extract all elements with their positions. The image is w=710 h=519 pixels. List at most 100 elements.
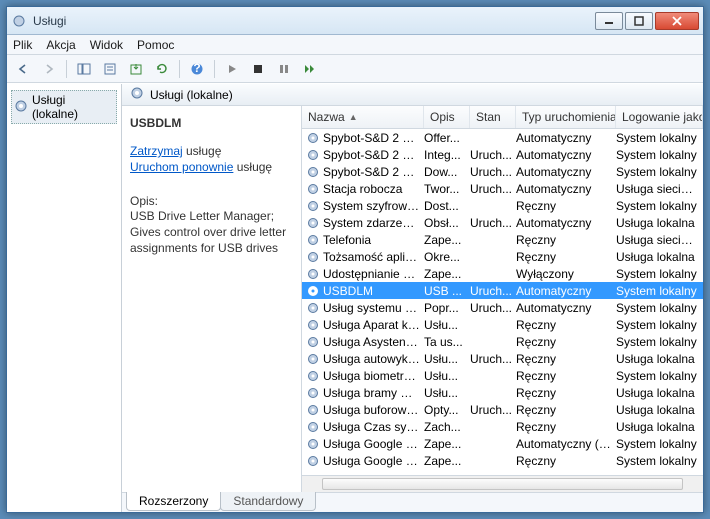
grid-body[interactable]: Spybot-S&D 2 Sca...Offer...AutomatycznyS…: [302, 129, 703, 475]
pause-service-button[interactable]: [272, 58, 296, 80]
cell-name: Usługa Asystent z...: [323, 335, 424, 349]
cell-logo: System lokalny: [616, 437, 703, 451]
gear-icon: [306, 182, 320, 196]
back-button[interactable]: [11, 58, 35, 80]
gear-icon: [306, 403, 320, 417]
titlebar[interactable]: Usługi: [7, 7, 703, 35]
cell-logo: Usługa lokalna: [616, 420, 703, 434]
stop-suffix: usługę: [183, 144, 222, 158]
cell-logo: Usługa lokalna: [616, 216, 703, 230]
app-icon: [11, 13, 27, 29]
stop-service-link[interactable]: Zatrzymaj: [130, 144, 183, 158]
body-area: Usługi (lokalne) Usługi (lokalne) USBDLM…: [7, 83, 703, 512]
service-row[interactable]: Usługa biometryc...Usłu...RęcznySystem l…: [302, 367, 703, 384]
service-row[interactable]: Usługa autowykry...Usłu...Uruch...Ręczny…: [302, 350, 703, 367]
cell-opis: Obsł...: [424, 216, 470, 230]
gear-icon: [306, 386, 320, 400]
help-button[interactable]: ?: [185, 58, 209, 80]
service-row[interactable]: Tożsamość aplikacjiOkre...RęcznyUsługa l…: [302, 248, 703, 265]
cell-typ: Ręczny: [516, 420, 616, 434]
cell-stan: Uruch...: [470, 216, 516, 230]
tab-standard[interactable]: Standardowy: [220, 492, 316, 511]
cell-typ: Ręczny: [516, 403, 616, 417]
tree-root-label: Usługi (lokalne): [32, 93, 114, 121]
cell-logo: Usługa sieciowa: [616, 233, 703, 247]
cell-logo: Usługa lokalna: [616, 403, 703, 417]
cell-opis: Usłu...: [424, 352, 470, 366]
cell-logo: System lokalny: [616, 301, 703, 315]
service-row[interactable]: Usługa bramy war...Usłu...RęcznyUsługa l…: [302, 384, 703, 401]
col-header-stan[interactable]: Stan: [470, 106, 516, 128]
tab-extended[interactable]: Rozszerzony: [126, 492, 221, 511]
horizontal-scrollbar[interactable]: [302, 475, 703, 492]
service-row[interactable]: TelefoniaZape...RęcznyUsługa sieciowa: [302, 231, 703, 248]
tree-root-item[interactable]: Usługi (lokalne): [11, 90, 117, 124]
cell-logo: System lokalny: [616, 335, 703, 349]
cell-logo: System lokalny: [616, 284, 703, 298]
gear-icon: [306, 437, 320, 451]
start-service-button[interactable]: [220, 58, 244, 80]
gear-icon: [14, 99, 28, 116]
properties-button[interactable]: [98, 58, 122, 80]
cell-opis: Popr...: [424, 301, 470, 315]
grid-header: Nazwa▲ Opis Stan Typ uruchomienia Logowa…: [302, 106, 703, 129]
window-title: Usługi: [33, 14, 595, 28]
detail-pane: USBDLM Zatrzymaj usługę Uruchom ponownie…: [122, 106, 302, 492]
cell-logo: System lokalny: [616, 369, 703, 383]
cell-opis: USB ...: [424, 284, 470, 298]
service-row[interactable]: Usługa Asystent z...Ta us...RęcznySystem…: [302, 333, 703, 350]
cell-typ: Automatyczny: [516, 284, 616, 298]
stop-service-button[interactable]: [246, 58, 270, 80]
description-label: Opis:: [130, 194, 293, 208]
panel-header: Usługi (lokalne): [122, 84, 703, 106]
gear-icon: [306, 165, 320, 179]
cell-typ: Ręczny: [516, 352, 616, 366]
service-row[interactable]: Spybot-S&D 2 Sca...Offer...AutomatycznyS…: [302, 129, 703, 146]
show-hide-tree-button[interactable]: [72, 58, 96, 80]
cell-name: Stacja robocza: [323, 182, 424, 196]
forward-button[interactable]: [37, 58, 61, 80]
restart-service-button[interactable]: [298, 58, 322, 80]
refresh-button[interactable]: [150, 58, 174, 80]
cell-name: Tożsamość aplikacji: [323, 250, 424, 264]
cell-logo: Usługa sieciowa: [616, 182, 703, 196]
cell-stan: Uruch...: [470, 301, 516, 315]
service-row[interactable]: Usługa Google Up...Zape...RęcznySystem l…: [302, 452, 703, 469]
service-row[interactable]: Usługa Google Up...Zape...Automatyczny (…: [302, 435, 703, 452]
cell-typ: Automatyczny: [516, 301, 616, 315]
gear-icon: [306, 284, 320, 298]
gear-icon: [306, 250, 320, 264]
service-row[interactable]: Usługa Aparat kop...Usłu...RęcznySystem …: [302, 316, 703, 333]
service-row[interactable]: System szyfrowani...Dost...RęcznySystem …: [302, 197, 703, 214]
minimize-button[interactable]: [595, 12, 623, 30]
service-row[interactable]: System zdarzeń C...Obsł...Uruch...Automa…: [302, 214, 703, 231]
cell-stan: Uruch...: [470, 284, 516, 298]
cell-typ: Wyłączony: [516, 267, 616, 281]
maximize-button[interactable]: [625, 12, 653, 30]
col-header-opis[interactable]: Opis: [424, 106, 470, 128]
service-row[interactable]: Usługa buforowan...Opty...Uruch...Ręczny…: [302, 401, 703, 418]
service-row[interactable]: Spybot-S&D 2 Up...Dow...Uruch...Automaty…: [302, 163, 703, 180]
service-row[interactable]: Spybot-S&D 2 Sec...Integ...Uruch...Autom…: [302, 146, 703, 163]
cell-opis: Zach...: [424, 420, 470, 434]
close-button[interactable]: [655, 12, 699, 30]
gear-icon: [306, 352, 320, 366]
cell-name: Usługa Czas syste...: [323, 420, 424, 434]
menu-help[interactable]: Pomoc: [137, 38, 174, 52]
col-header-name[interactable]: Nazwa▲: [302, 106, 424, 128]
service-row[interactable]: Usług systemu Wi...Popr...Uruch...Automa…: [302, 299, 703, 316]
col-header-typ[interactable]: Typ uruchomienia: [516, 106, 616, 128]
menu-view[interactable]: Widok: [90, 38, 123, 52]
cell-opis: Zape...: [424, 454, 470, 468]
service-row[interactable]: Udostępnianie poł...Zape...WyłączonySyst…: [302, 265, 703, 282]
service-row[interactable]: Usługa Czas syste...Zach... RęcznyUsługa …: [302, 418, 703, 435]
export-button[interactable]: [124, 58, 148, 80]
menu-file[interactable]: Plik: [13, 38, 32, 52]
service-row[interactable]: Stacja roboczaTwor...Uruch...Automatyczn…: [302, 180, 703, 197]
menu-action[interactable]: Akcja: [46, 38, 75, 52]
col-header-logo[interactable]: Logowanie jako: [616, 106, 703, 128]
cell-opis: Dow...: [424, 165, 470, 179]
restart-service-link[interactable]: Uruchom ponownie: [130, 160, 233, 174]
service-row[interactable]: USBDLMUSB ...Uruch...AutomatycznySystem …: [302, 282, 703, 299]
cell-typ: Ręczny: [516, 250, 616, 264]
